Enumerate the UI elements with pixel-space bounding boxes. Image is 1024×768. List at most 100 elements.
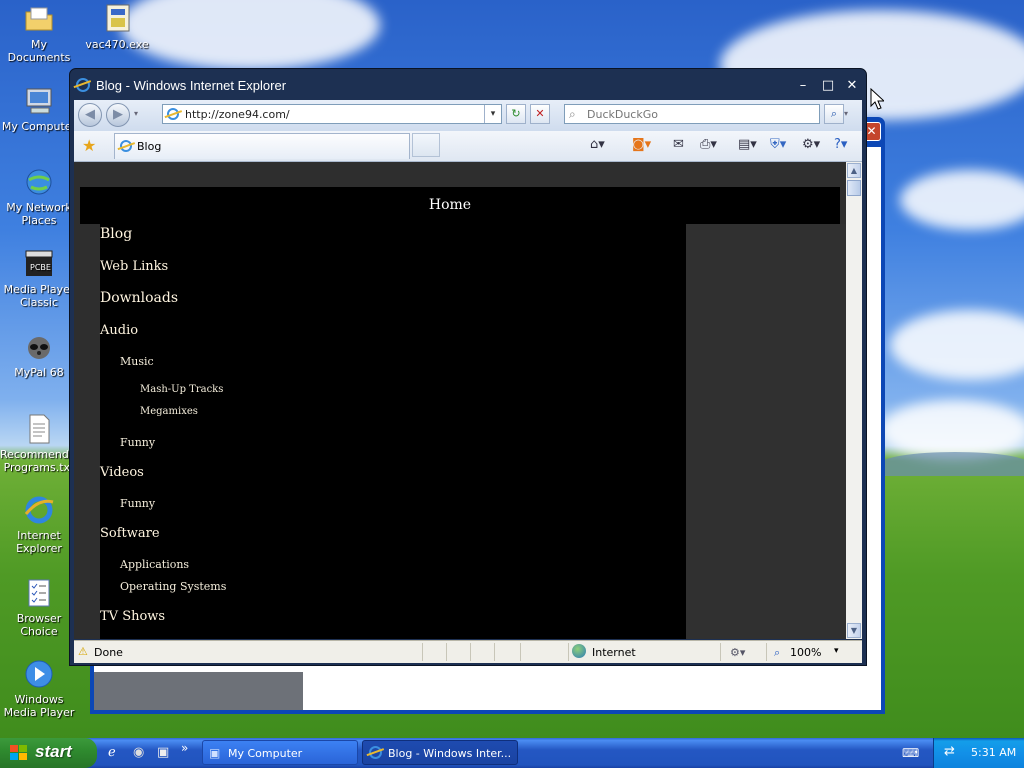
- desktop-icon-recommended-programs[interactable]: Recommended Programs.txt: [0, 413, 83, 474]
- vertical-scrollbar[interactable]: ▲ ▼: [846, 162, 862, 639]
- maximize-button[interactable]: □: [819, 77, 837, 95]
- internet-zone-icon: [572, 644, 586, 658]
- desktop-icon-my-documents[interactable]: My Documents: [0, 3, 78, 64]
- back-button[interactable]: ◀: [78, 103, 102, 127]
- new-tab-button[interactable]: [412, 133, 440, 157]
- page-menu-icon[interactable]: ▤▾: [738, 137, 757, 152]
- help-icon[interactable]: ?▾: [834, 137, 847, 152]
- computer-icon: [23, 85, 55, 117]
- menu-link-operating-systems[interactable]: Operating Systems: [120, 580, 226, 593]
- close-button[interactable]: ✕: [843, 77, 861, 95]
- background-window-panel: [94, 672, 303, 710]
- menu-link-tv-shows[interactable]: TV Shows: [100, 609, 165, 624]
- cloud-decoration: [890, 310, 1024, 380]
- minimize-button[interactable]: –: [794, 77, 812, 95]
- zoom-level[interactable]: 100%: [790, 646, 821, 659]
- home-link[interactable]: Home: [80, 197, 820, 213]
- status-divider: [422, 643, 423, 661]
- scroll-down-button[interactable]: ▼: [847, 623, 861, 638]
- tab-blog[interactable]: Blog: [114, 133, 410, 159]
- status-divider: [494, 643, 495, 661]
- zone-text: Internet: [592, 646, 636, 659]
- search-box[interactable]: ⌕: [564, 104, 820, 124]
- safety-menu-icon[interactable]: ⛨▾: [770, 137, 786, 152]
- start-button[interactable]: start: [0, 738, 97, 768]
- refresh-button[interactable]: ↻: [506, 104, 526, 124]
- desktop-icon-internet-explorer[interactable]: Internet Explorer: [0, 494, 78, 555]
- sidebar-panel: [686, 224, 846, 639]
- search-input[interactable]: [585, 107, 809, 122]
- taskbar-item-label: My Computer: [228, 747, 303, 760]
- scroll-thumb[interactable]: [847, 180, 861, 196]
- address-input[interactable]: http://zone94.com/: [185, 108, 290, 121]
- tab-label: Blog: [137, 140, 162, 153]
- tab-bar: ★ Blog ⌂▾ ◙▾ ✉ ⎙▾ ▤▾ ⛨▾ ⚙▾ ?▾: [74, 131, 862, 162]
- ie-window: Blog - Windows Internet Explorer – □ ✕ ◀…: [69, 68, 867, 666]
- network-tray-icon[interactable]: ⇄: [944, 744, 955, 759]
- tools-gear-icon[interactable]: ⚙▾: [802, 137, 820, 152]
- feeds-icon[interactable]: ◙▾: [632, 137, 651, 152]
- media-player-icon: PCBE: [23, 248, 55, 280]
- installer-icon: [101, 3, 133, 35]
- taskbar-item-ie[interactable]: Blog - Windows Inter...: [362, 740, 518, 765]
- menu-link-web-links[interactable]: Web Links: [100, 259, 168, 274]
- menu-link-videos-funny[interactable]: Funny: [120, 497, 155, 510]
- menu-link-software[interactable]: Software: [100, 526, 160, 541]
- window-title: Blog - Windows Internet Explorer: [96, 78, 287, 93]
- address-bar[interactable]: http://zone94.com/ ▾: [162, 104, 502, 124]
- ie-task-icon: [369, 746, 382, 759]
- zoom-icon: ⌕: [774, 646, 781, 659]
- quicklaunch-media-player-icon[interactable]: ▣: [157, 745, 169, 760]
- status-divider: [446, 643, 447, 661]
- menu-link-blog[interactable]: Blog: [100, 226, 132, 242]
- menu-link-mash-up-tracks[interactable]: Mash-Up Tracks: [140, 384, 223, 395]
- desktop-icon-my-computer[interactable]: My Computer: [0, 85, 78, 133]
- mail-icon[interactable]: ✉: [673, 137, 684, 152]
- favorites-star-icon[interactable]: ★: [82, 136, 96, 155]
- ie-title-icon: [76, 78, 90, 92]
- quicklaunch-mypal-icon[interactable]: ◉: [133, 745, 144, 760]
- browser-choice-icon: [23, 577, 55, 609]
- clock[interactable]: 5:31 AM: [971, 746, 1016, 759]
- menu-link-megamixes[interactable]: Megamixes: [140, 406, 198, 417]
- stop-button[interactable]: ✕: [530, 104, 550, 124]
- cloud-decoration: [120, 0, 380, 70]
- status-divider: [568, 643, 569, 661]
- menu-link-audio[interactable]: Audio: [100, 323, 138, 338]
- quicklaunch-more-icon[interactable]: »: [181, 741, 188, 755]
- desktop-icon-my-network-places[interactable]: My Network Places: [0, 166, 78, 227]
- history-dropdown-icon[interactable]: ▾: [134, 109, 138, 118]
- title-bar[interactable]: Blog - Windows Internet Explorer – □ ✕: [70, 69, 866, 101]
- address-dropdown-icon[interactable]: ▾: [484, 105, 501, 123]
- zoom-dropdown-icon[interactable]: ▾: [834, 646, 839, 656]
- windows-logo-icon: [10, 745, 28, 761]
- status-divider: [766, 643, 767, 661]
- desktop-icon-windows-media-player[interactable]: Windows Media Player: [0, 658, 78, 719]
- text-file-icon: [23, 413, 55, 445]
- warning-icon: ⚠: [78, 645, 88, 658]
- desktop-icon-browser-choice[interactable]: Browser Choice: [0, 577, 78, 638]
- search-options-icon[interactable]: ▾: [844, 109, 848, 118]
- mypal-icon: [23, 331, 55, 363]
- distant-hills: [880, 452, 1024, 476]
- quicklaunch-ie-icon[interactable]: ℯ: [108, 745, 116, 760]
- taskbar-item-my-computer[interactable]: ▣ My Computer: [202, 740, 358, 765]
- protected-mode-icon[interactable]: ⚙▾: [730, 646, 745, 659]
- desktop-icon-media-player-classic[interactable]: PCBE Media Player Classic: [0, 248, 78, 309]
- menu-link-music[interactable]: Music: [120, 355, 154, 368]
- scroll-up-button[interactable]: ▲: [847, 163, 861, 178]
- menu-link-downloads[interactable]: Downloads: [100, 290, 178, 306]
- menu-link-audio-funny[interactable]: Funny: [120, 436, 155, 449]
- page-favicon-icon: [167, 108, 179, 120]
- home-icon[interactable]: ⌂▾: [590, 137, 605, 152]
- desktop-icon-vac470[interactable]: vac470.exe: [78, 3, 156, 51]
- search-button[interactable]: ⌕: [824, 104, 844, 124]
- forward-button[interactable]: ▶: [106, 103, 130, 127]
- print-icon[interactable]: ⎙▾: [700, 137, 717, 152]
- menu-link-videos[interactable]: Videos: [100, 465, 144, 480]
- menu-link-applications[interactable]: Applications: [120, 558, 189, 571]
- desktop-icon-mypal[interactable]: MyPal 68: [0, 331, 78, 379]
- keyboard-icon[interactable]: ⌨: [902, 746, 919, 760]
- status-text: Done: [94, 646, 123, 659]
- system-tray: ⇄ 5:31 AM: [933, 738, 1024, 768]
